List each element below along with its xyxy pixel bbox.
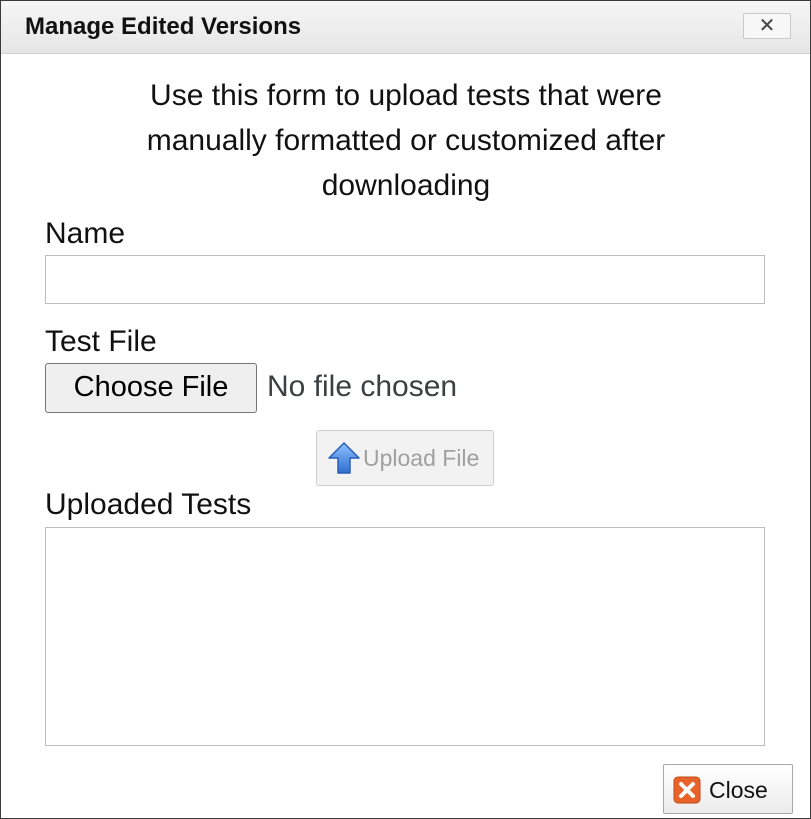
file-status-text: No file chosen: [267, 370, 458, 403]
arrow-up-icon: [328, 442, 360, 474]
name-label: Name: [45, 217, 126, 250]
intro-line-1: Use this form to upload tests that were: [150, 79, 662, 112]
choose-file-button[interactable]: Choose File: [45, 363, 257, 413]
name-input[interactable]: [45, 255, 765, 304]
titlebar-close-button[interactable]: ✕: [743, 13, 791, 39]
uploaded-tests-list[interactable]: [45, 527, 765, 746]
test-file-label: Test File: [45, 325, 157, 358]
intro-line-3: downloading: [321, 169, 491, 202]
intro-text: Use this form to upload tests that were …: [41, 73, 771, 208]
dialog-title: Manage Edited Versions: [25, 13, 302, 40]
uploaded-tests-label: Uploaded Tests: [45, 488, 252, 521]
dialog-titlebar[interactable]: Manage Edited Versions ✕: [1, 1, 810, 54]
intro-line-2: manually formatted or customized after: [146, 124, 666, 157]
close-x-icon: [673, 776, 701, 804]
close-button-label: Close: [709, 777, 768, 803]
upload-file-label: Upload File: [363, 445, 480, 471]
manage-edited-versions-dialog: Manage Edited Versions ✕ Use this form t…: [0, 0, 811, 819]
close-button[interactable]: Close: [663, 764, 793, 814]
upload-file-button[interactable]: Upload File: [316, 430, 494, 486]
